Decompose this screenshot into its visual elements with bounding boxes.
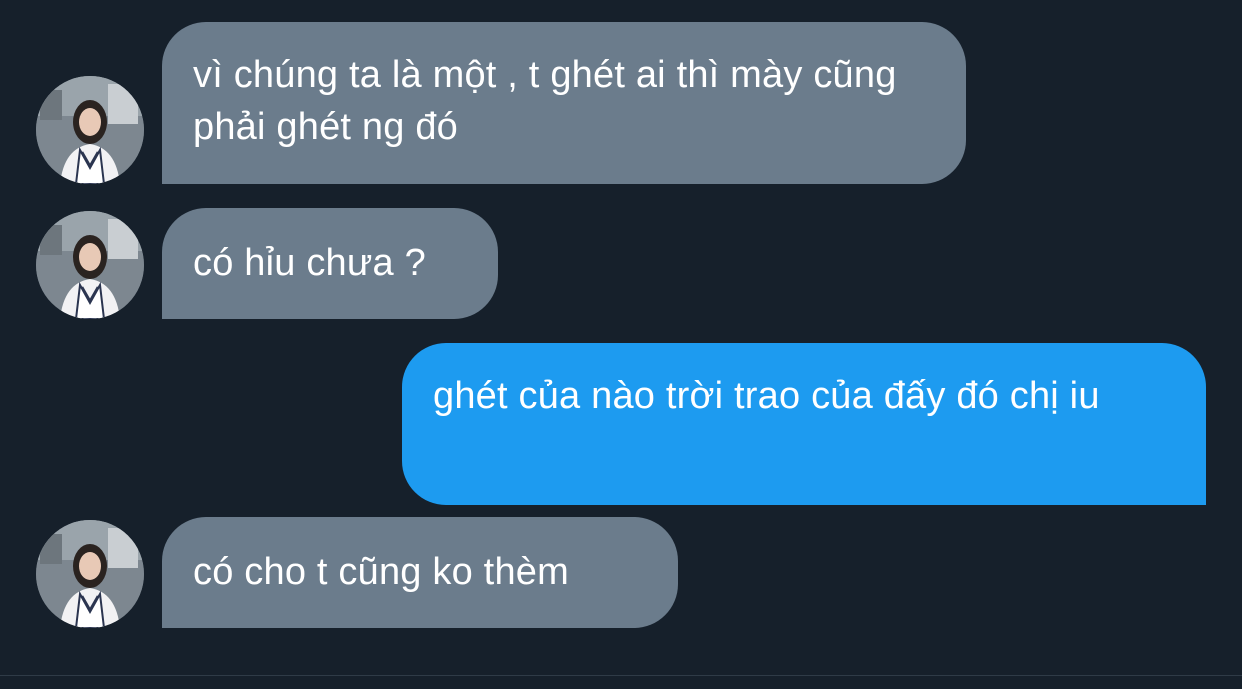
message-bubble-received[interactable]: vì chúng ta là một , t ghét ai thì mày c… (162, 22, 966, 184)
message-bubble-received[interactable]: có hỉu chưa ? (162, 208, 498, 319)
chat-thread: vì chúng ta là một , t ghét ai thì mày c… (0, 0, 1242, 689)
contact-avatar[interactable] (36, 76, 144, 184)
person-photo-icon (36, 520, 144, 628)
contact-avatar[interactable] (36, 211, 144, 319)
message-bubble-sent[interactable]: ghét của nào trời trao của đấy đó chị iu (402, 343, 1206, 505)
message-text: ghét của nào trời trao của đấy đó chị iu (433, 375, 1100, 417)
message-text: vì chúng ta là một , t ghét ai thì mày c… (193, 54, 897, 148)
person-photo-icon (36, 76, 144, 184)
message-text: có hỉu chưa ? (193, 242, 426, 284)
contact-avatar[interactable] (36, 520, 144, 628)
message-text: có cho t cũng ko thèm (193, 551, 569, 593)
person-photo-icon (36, 211, 144, 319)
message-bubble-received[interactable]: có cho t cũng ko thèm (162, 517, 678, 628)
divider (0, 675, 1242, 676)
